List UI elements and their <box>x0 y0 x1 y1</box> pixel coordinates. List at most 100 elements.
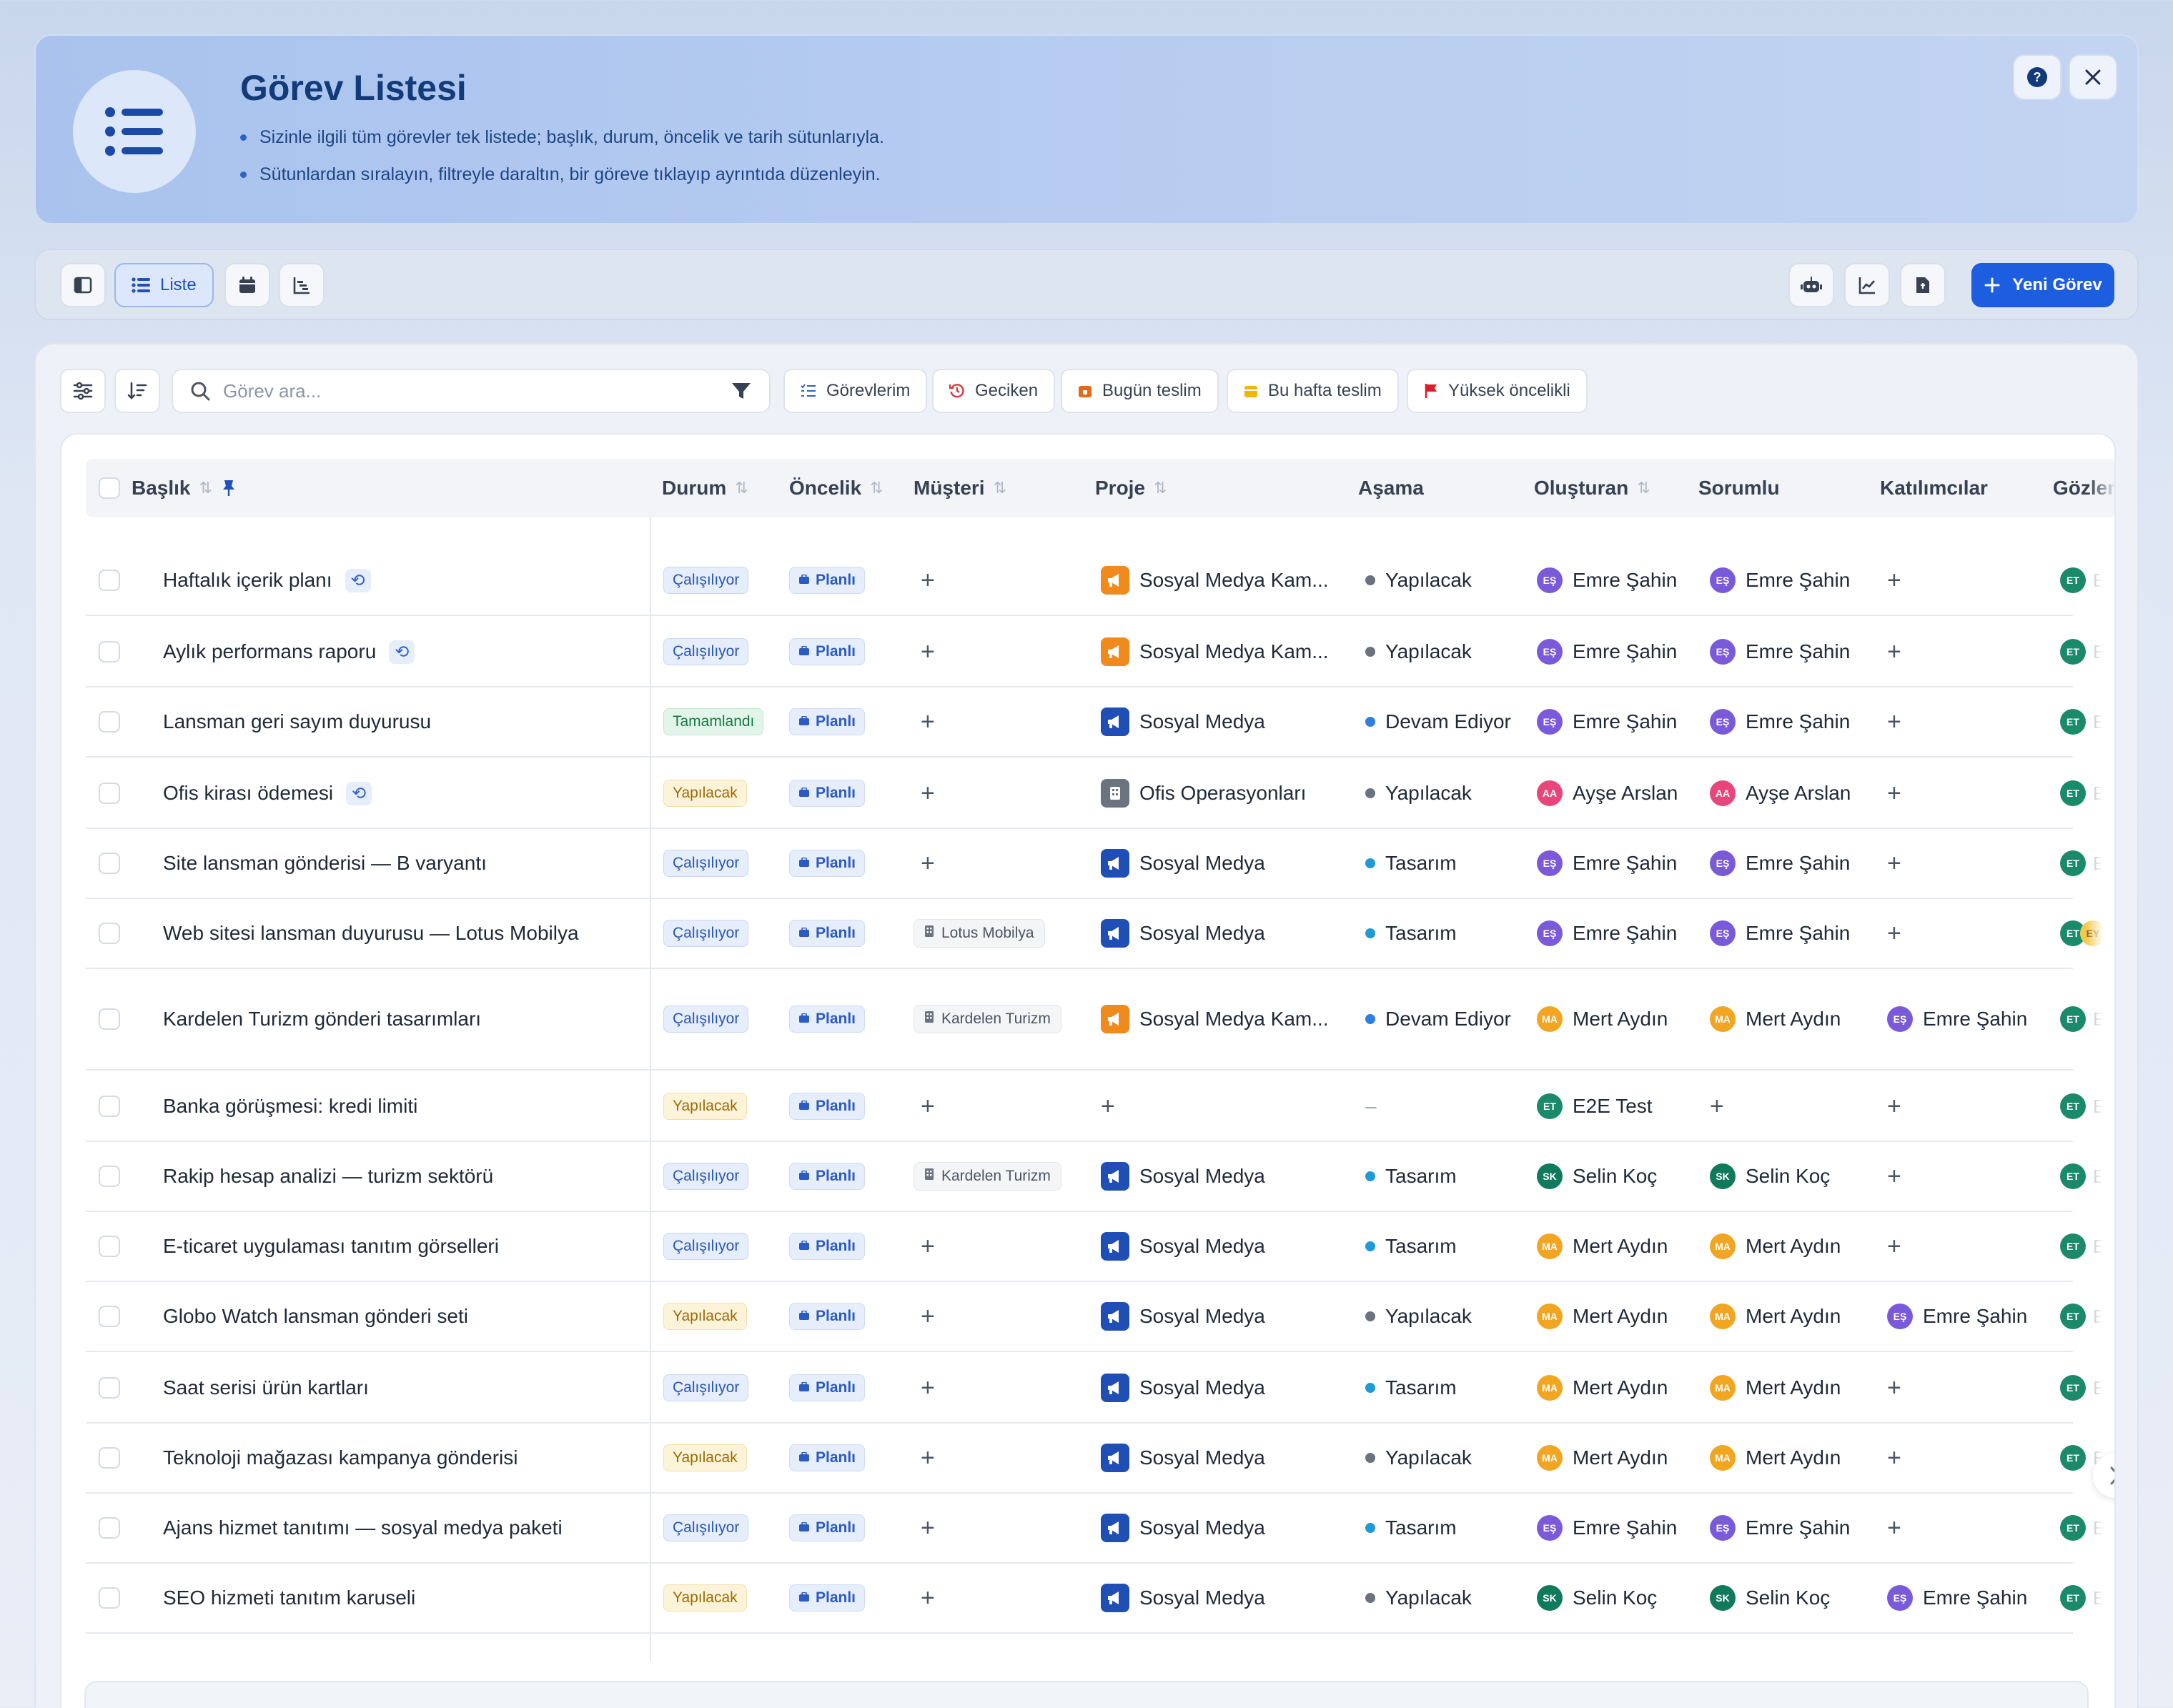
add-customer-button[interactable]: + <box>921 638 935 666</box>
task-title[interactable]: Banka görüşmesi: kredi limiti <box>163 1095 417 1118</box>
add-participant-button[interactable]: + <box>1887 1163 1901 1191</box>
add-customer-button[interactable]: + <box>921 567 935 595</box>
add-participant-button[interactable]: + <box>1887 1444 1901 1472</box>
project-cell[interactable]: Sosyal Medya <box>1101 1212 1265 1281</box>
task-title-cell[interactable]: Ajans hizmet tanıtımı — sosyal medya pak… <box>163 1494 563 1562</box>
row-checkbox[interactable] <box>99 1166 120 1187</box>
task-title[interactable]: Lansman geri sayım duyurusu <box>163 710 431 733</box>
status-badge[interactable]: Çalışılıyor <box>663 920 749 947</box>
filter-high-priority[interactable]: Yüksek öncelikli <box>1407 369 1588 413</box>
task-title[interactable]: Kardelen Turizm gönderi tasarımları <box>163 1008 481 1031</box>
add-customer-button[interactable]: + <box>921 1584 935 1612</box>
priority-badge[interactable]: Planlı <box>789 850 866 877</box>
new-task-button[interactable]: Yeni Görev <box>1971 263 2114 307</box>
row-checkbox[interactable] <box>99 1008 120 1030</box>
project-cell[interactable]: Sosyal Medya Kam... <box>1101 969 1329 1069</box>
priority-badge[interactable]: Planlı <box>789 780 866 807</box>
task-title[interactable]: SEO hizmeti tanıtım karuseli <box>163 1587 415 1609</box>
status-badge[interactable]: Yapılacak <box>663 1303 747 1330</box>
task-title-cell[interactable]: SEO hizmeti tanıtım karuseli <box>163 1564 415 1632</box>
task-title-cell[interactable]: Kardelen Turizm gönderi tasarımları <box>163 969 481 1069</box>
priority-badge[interactable]: Planlı <box>789 1374 866 1401</box>
priority-badge[interactable]: Planlı <box>789 708 866 735</box>
status-badge[interactable]: Çalışılıyor <box>663 1374 749 1401</box>
add-participant-button[interactable]: + <box>1887 850 1901 878</box>
priority-badge[interactable]: Planlı <box>789 1006 866 1033</box>
project-cell[interactable]: Sosyal Medya Kam... <box>1101 546 1329 615</box>
status-badge[interactable]: Çalışılıyor <box>663 638 749 665</box>
col-participants[interactable]: Katılımcılar <box>1880 459 1988 517</box>
row-checkbox[interactable] <box>99 711 120 733</box>
add-customer-button[interactable]: + <box>921 1444 935 1472</box>
add-customer-button[interactable]: + <box>921 780 935 808</box>
project-cell[interactable]: Sosyal Medya <box>1101 1564 1265 1632</box>
project-cell[interactable]: Ofis Operasyonları <box>1101 759 1306 828</box>
col-stage[interactable]: Aşama <box>1358 459 1424 517</box>
task-title[interactable]: Ajans hizmet tanıtımı — sosyal medya pak… <box>163 1516 563 1539</box>
project-cell[interactable]: + <box>1101 1072 1115 1141</box>
status-badge[interactable]: Yapılacak <box>663 1584 747 1612</box>
priority-badge[interactable]: Planlı <box>789 1584 866 1612</box>
add-participant-button[interactable]: + <box>1887 1514 1901 1542</box>
task-title-cell[interactable]: Saat serisi ürün kartları <box>163 1354 369 1422</box>
priority-badge[interactable]: Planlı <box>789 1444 866 1471</box>
calendar-view-button[interactable] <box>224 263 270 307</box>
task-title[interactable]: Aylık performans raporu <box>163 640 376 663</box>
search-input[interactable] <box>223 379 718 402</box>
row-checkbox[interactable] <box>99 923 120 944</box>
project-cell[interactable]: Sosyal Medya Kam... <box>1101 617 1329 686</box>
col-observers[interactable]: Gözlemci <box>2053 459 2114 517</box>
table-row[interactable]: Lansman geri sayım duyurusu Tamamlandı Pla… <box>86 687 2103 758</box>
customer-chip[interactable]: Lotus Mobilya <box>914 919 1045 948</box>
row-checkbox[interactable] <box>99 1517 120 1539</box>
table-row[interactable]: Web sitesi lansman duyurusu — Lotus Mobi… <box>86 899 2103 969</box>
col-assignee[interactable]: Sorumlu <box>1698 459 1780 517</box>
col-creator[interactable]: Oluşturan ⇅ <box>1534 459 1650 517</box>
list-view-button[interactable]: Liste <box>114 263 214 307</box>
add-participant-button[interactable]: + <box>1887 1233 1901 1261</box>
status-badge[interactable]: Çalışılıyor <box>663 1514 749 1541</box>
add-customer-button[interactable]: + <box>921 1303 935 1331</box>
task-title-cell[interactable]: Globo Watch lansman gönderi seti <box>163 1282 468 1351</box>
priority-badge[interactable]: Planlı <box>789 1514 866 1541</box>
help-button[interactable]: ? <box>2013 54 2061 100</box>
task-title-cell[interactable]: Teknoloji mağazası kampanya gönderisi <box>163 1424 518 1492</box>
task-title-cell[interactable]: Web sitesi lansman duyurusu — Lotus Mobi… <box>163 899 579 968</box>
priority-badge[interactable]: Planlı <box>789 638 866 665</box>
col-title[interactable]: Başlık ⇅ <box>132 459 237 517</box>
customer-chip[interactable]: Kardelen Turizm <box>914 1162 1061 1191</box>
task-title[interactable]: Ofis kirası ödemesi <box>163 782 333 805</box>
add-participant-button[interactable]: + <box>1887 638 1901 666</box>
task-title-cell[interactable]: Lansman geri sayım duyurusu <box>163 687 431 756</box>
export-button[interactable] <box>1900 263 1946 307</box>
task-title-cell[interactable]: Haftalık içerik planı ⟲ <box>163 546 371 615</box>
table-row[interactable]: SEO hizmeti tanıtım karuseli Yapılacak Pla… <box>86 1564 2103 1634</box>
status-badge[interactable]: Çalışılıyor <box>663 1163 749 1190</box>
filter-icon[interactable] <box>731 381 752 401</box>
col-priority[interactable]: Öncelik ⇅ <box>789 459 883 517</box>
task-title-cell[interactable]: Banka görüşmesi: kredi limiti <box>163 1072 417 1141</box>
add-project-button[interactable]: + <box>1101 1093 1115 1121</box>
col-project[interactable]: Proje ⇅ <box>1095 459 1167 517</box>
row-checkbox[interactable] <box>99 570 120 591</box>
row-checkbox[interactable] <box>99 1236 120 1257</box>
sort-button[interactable] <box>114 369 160 413</box>
customer-chip[interactable]: Kardelen Turizm <box>914 1005 1061 1033</box>
close-button[interactable] <box>2069 54 2117 100</box>
filter-my-tasks[interactable]: Görevlerim <box>783 369 928 413</box>
task-title-cell[interactable]: E-ticaret uygulaması tanıtım görselleri <box>163 1212 499 1281</box>
task-title[interactable]: Site lansman gönderisi — B varyantı <box>163 852 487 875</box>
priority-badge[interactable]: Planlı <box>789 1093 866 1120</box>
task-title[interactable]: Globo Watch lansman gönderi seti <box>163 1305 468 1328</box>
row-checkbox[interactable] <box>99 853 120 874</box>
add-customer-button[interactable]: + <box>921 850 935 878</box>
automation-button[interactable] <box>1788 263 1834 307</box>
priority-badge[interactable]: Planlı <box>789 920 866 947</box>
task-title[interactable]: Haftalık içerik planı <box>163 569 332 592</box>
table-row[interactable]: Globo Watch lansman gönderi seti Yapılaca… <box>86 1282 2103 1352</box>
status-badge[interactable]: Tamamlandı <box>663 708 764 735</box>
table-row[interactable]: Ofis kirası ödemesi ⟲ Yapılacak Planlı + Ofis… <box>86 759 2103 829</box>
table-row[interactable]: E-ticaret uygulaması tanıtım görselleri Ç… <box>86 1212 2103 1282</box>
analytics-button[interactable] <box>1844 263 1890 307</box>
table-row[interactable]: Ajans hizmet tanıtımı — sosyal medya pak… <box>86 1494 2103 1564</box>
